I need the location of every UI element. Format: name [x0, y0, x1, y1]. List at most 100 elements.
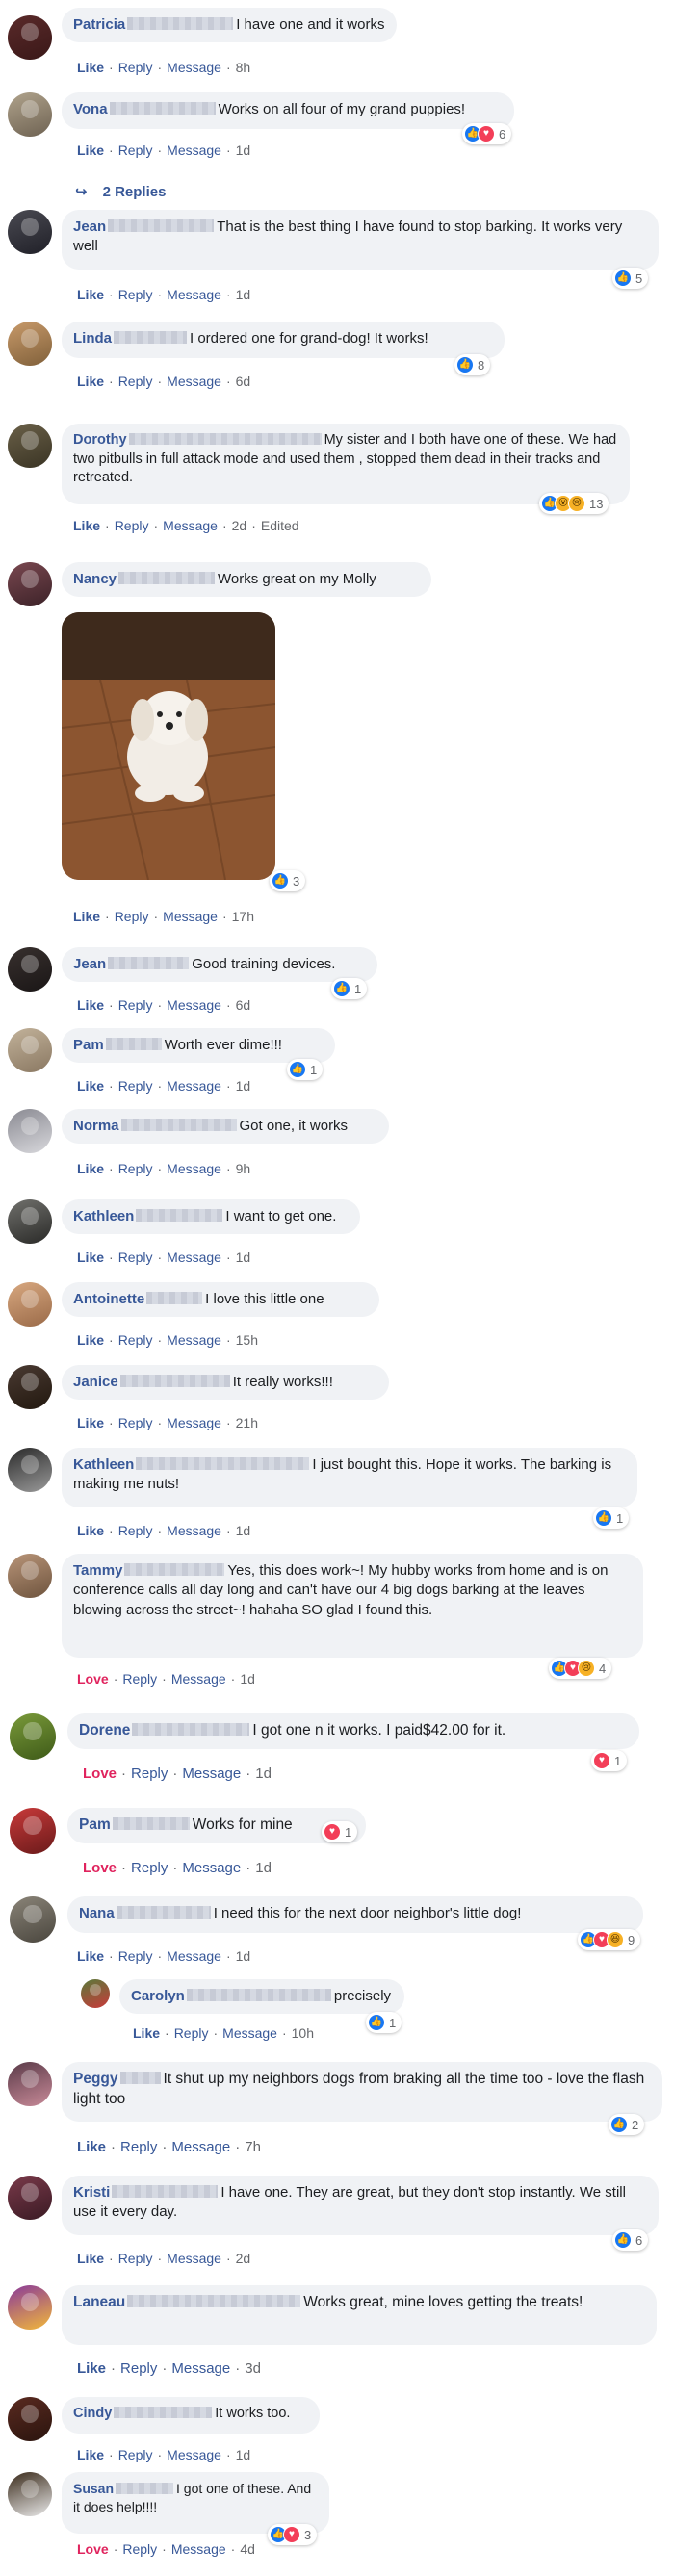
avatar[interactable] — [8, 2285, 52, 2330]
reply-button[interactable]: Reply — [118, 1948, 153, 1964]
love-button[interactable]: Love — [77, 1671, 109, 1687]
message-button[interactable]: Message — [167, 1415, 221, 1430]
like-button[interactable]: Like — [77, 2447, 104, 2462]
reply-button[interactable]: Reply — [115, 518, 149, 533]
reply-button[interactable]: Reply — [118, 2447, 153, 2462]
commenter-name[interactable]: Pam — [73, 1037, 104, 1053]
comment-photo-dog[interactable] — [62, 612, 275, 880]
message-button[interactable]: Message — [171, 1671, 226, 1687]
avatar[interactable] — [8, 1448, 52, 1492]
message-button[interactable]: Message — [167, 374, 221, 389]
commenter-name[interactable]: Kathleen — [73, 1208, 134, 1224]
avatar[interactable] — [8, 424, 52, 468]
message-button[interactable]: Message — [171, 2360, 230, 2377]
message-button[interactable]: Message — [163, 518, 218, 533]
commenter-name[interactable]: Carolyn — [131, 1988, 185, 2004]
reaction-summary[interactable]: 👍 😮 😢 13 — [539, 493, 609, 514]
message-button[interactable]: Message — [167, 997, 221, 1013]
reply-button[interactable]: Reply — [131, 1765, 168, 1782]
reaction-summary[interactable]: 👍 ♥ 3 — [268, 2524, 318, 2545]
message-button[interactable]: Message — [167, 142, 221, 158]
reply-button[interactable]: Reply — [174, 2025, 209, 2041]
reply-button[interactable]: Reply — [118, 1161, 153, 1176]
message-button[interactable]: Message — [167, 60, 221, 75]
reaction-summary[interactable]: 👍 1 — [366, 2012, 402, 2033]
avatar[interactable] — [8, 947, 52, 992]
commenter-name[interactable]: Pam — [79, 1816, 111, 1833]
message-button[interactable]: Message — [167, 1249, 221, 1265]
commenter-name[interactable]: Vona — [73, 101, 108, 117]
reply-button[interactable]: Reply — [118, 374, 153, 389]
view-replies-link[interactable]: ↪ 2 Replies — [75, 183, 166, 200]
edited-label[interactable]: Edited — [261, 518, 299, 533]
reaction-summary[interactable]: 👍 1 — [287, 1059, 324, 1080]
like-button[interactable]: Like — [77, 997, 104, 1013]
reaction-summary[interactable]: 👍 5 — [612, 268, 649, 289]
message-button[interactable]: Message — [163, 909, 218, 924]
reply-button[interactable]: Reply — [120, 2360, 157, 2377]
commenter-name[interactable]: Kristi — [73, 2184, 110, 2201]
reply-button[interactable]: Reply — [118, 60, 153, 75]
avatar[interactable] — [8, 322, 52, 366]
reaction-summary[interactable]: 👍 3 — [270, 870, 306, 891]
avatar[interactable] — [10, 1896, 56, 1943]
avatar[interactable] — [8, 1199, 52, 1244]
commenter-name[interactable]: Antoinette — [73, 1291, 144, 1307]
avatar[interactable] — [8, 1028, 52, 1072]
commenter-name[interactable]: Nancy — [73, 571, 117, 587]
avatar[interactable] — [8, 2176, 52, 2220]
reply-button[interactable]: Reply — [118, 1249, 153, 1265]
message-button[interactable]: Message — [167, 287, 221, 302]
reaction-summary[interactable]: 👍 6 — [612, 2229, 649, 2251]
message-button[interactable]: Message — [182, 1765, 241, 1782]
reply-button[interactable]: Reply — [118, 2251, 153, 2266]
commenter-name[interactable]: Dorene — [79, 1722, 130, 1739]
like-button[interactable]: Like — [73, 518, 100, 533]
commenter-name[interactable]: Peggy — [73, 2071, 118, 2087]
commenter-name[interactable]: Nana — [79, 1905, 115, 1921]
commenter-name[interactable]: Patricia — [73, 16, 125, 33]
like-button[interactable]: Like — [133, 2025, 160, 2041]
commenter-name[interactable]: Tammy — [73, 1562, 122, 1579]
reaction-summary[interactable]: 👍 2 — [609, 2114, 645, 2135]
message-button[interactable]: Message — [167, 1161, 221, 1176]
reply-button[interactable]: Reply — [118, 287, 153, 302]
avatar[interactable] — [8, 562, 52, 606]
message-button[interactable]: Message — [167, 1078, 221, 1094]
message-button[interactable]: Message — [167, 1948, 221, 1964]
reply-button[interactable]: Reply — [118, 1523, 153, 1538]
avatar[interactable] — [81, 1979, 110, 2008]
reaction-summary[interactable]: 👍 ♥ 😆 9 — [578, 1929, 641, 1950]
commenter-name[interactable]: Linda — [73, 330, 112, 347]
reply-button[interactable]: Reply — [120, 2139, 157, 2155]
commenter-name[interactable]: Janice — [73, 1374, 118, 1390]
commenter-name[interactable]: Susan — [73, 2481, 114, 2496]
avatar[interactable] — [8, 1554, 52, 1598]
reaction-summary[interactable]: 👍 8 — [454, 354, 491, 375]
commenter-name[interactable]: Kathleen — [73, 1456, 134, 1473]
avatar[interactable] — [10, 1713, 56, 1760]
like-button[interactable]: Like — [77, 287, 104, 302]
commenter-name[interactable]: Laneau — [73, 2294, 125, 2310]
avatar[interactable] — [8, 2397, 52, 2441]
avatar[interactable] — [8, 92, 52, 137]
avatar[interactable] — [8, 2472, 52, 2516]
avatar[interactable] — [8, 15, 52, 60]
message-button[interactable]: Message — [167, 2447, 221, 2462]
love-button[interactable]: Love — [83, 1765, 117, 1782]
like-button[interactable]: Like — [77, 1332, 104, 1348]
like-button[interactable]: Like — [77, 374, 104, 389]
reply-button[interactable]: Reply — [118, 1332, 153, 1348]
message-button[interactable]: Message — [167, 1523, 221, 1538]
like-button[interactable]: Like — [77, 1249, 104, 1265]
like-button[interactable]: Like — [73, 909, 100, 924]
commenter-name[interactable]: Jean — [73, 219, 106, 235]
message-button[interactable]: Message — [167, 2251, 221, 2266]
like-button[interactable]: Like — [77, 2139, 106, 2155]
like-button[interactable]: Like — [77, 60, 104, 75]
commenter-name[interactable]: Cindy — [73, 2406, 112, 2421]
like-button[interactable]: Like — [77, 1078, 104, 1094]
reply-button[interactable]: Reply — [122, 2541, 157, 2557]
avatar[interactable] — [8, 1109, 52, 1153]
reply-button[interactable]: Reply — [115, 909, 149, 924]
